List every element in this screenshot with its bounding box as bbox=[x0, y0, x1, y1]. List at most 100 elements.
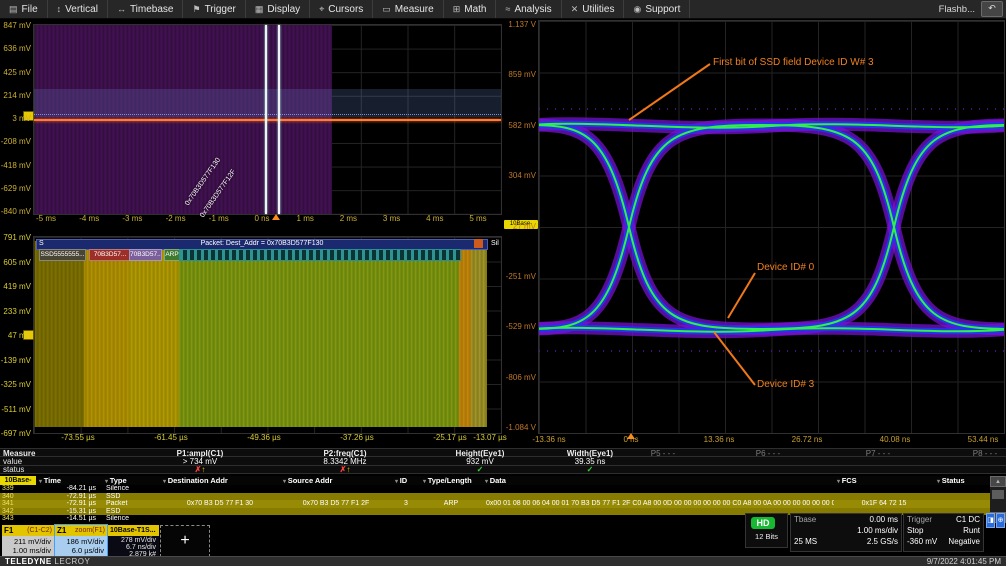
row-type-length bbox=[420, 485, 482, 493]
row-dest-addr bbox=[160, 508, 280, 516]
decode-field-chip[interactable]: 70B3D57... bbox=[89, 249, 131, 261]
row-id bbox=[392, 485, 420, 493]
f1-x-label: 1 ms bbox=[283, 214, 327, 223]
decode-column-header[interactable]: ▾ ID bbox=[392, 476, 420, 485]
eye-y-label: 1.137 V bbox=[503, 20, 536, 29]
status-bar: TELEDYNE LECROY 9/7/2022 4:01:45 PM bbox=[0, 556, 1006, 566]
trigger-icon: ⚑ bbox=[192, 4, 200, 15]
menu-item-label: Analysis bbox=[514, 4, 551, 15]
trigger-source: C1 DC bbox=[956, 515, 980, 524]
undo-button[interactable]: ↶ bbox=[981, 1, 1003, 17]
menu-item-timebase[interactable]: ↔Timebase bbox=[108, 0, 184, 18]
row-time: -14.51 µs bbox=[36, 515, 102, 523]
cursors-icon: ⌖ bbox=[319, 4, 324, 15]
decode-column-header[interactable]: ▾ Status bbox=[934, 476, 990, 485]
row-id: 3 bbox=[392, 500, 420, 508]
f1-x-label: 5 ms bbox=[456, 214, 500, 223]
row-source-addr: 0x70 B3 D5 77 F1 2F bbox=[280, 500, 392, 508]
descriptor-scale: 278 mV/div bbox=[108, 537, 156, 544]
menu-item-math[interactable]: ⊞Math bbox=[444, 0, 497, 18]
menu-item-cursors[interactable]: ⌖Cursors bbox=[310, 0, 373, 18]
menu-item-display[interactable]: ▦Display bbox=[246, 0, 310, 18]
decode-cursor-1[interactable] bbox=[265, 25, 267, 214]
row-source-addr bbox=[280, 515, 392, 523]
trace-descriptor-z1[interactable]: Z1zoom(F1) 186 mV/div6.0 µs/div bbox=[55, 525, 107, 557]
eye-x-label: 26.72 ns bbox=[785, 435, 829, 444]
decode-esd-chip bbox=[474, 239, 483, 248]
trace-descriptor-f1[interactable]: F1(C1-C2) 211 mV/div1.00 ms/div bbox=[2, 525, 54, 557]
scrollbar-thumb[interactable] bbox=[992, 490, 1004, 499]
eye-diagram-plot[interactable] bbox=[538, 20, 1005, 434]
measure-icon: ▭ bbox=[382, 4, 391, 15]
eye-y-label: -1.084 V bbox=[503, 423, 536, 432]
analysis-icon: ≈ bbox=[505, 4, 510, 14]
decode-table-row[interactable]: 340-72.91 µsSSD bbox=[0, 493, 990, 501]
row-index: 340 bbox=[0, 493, 36, 501]
decode-column-header[interactable]: ▾ Source Addr bbox=[280, 476, 392, 485]
row-time: -15.31 µs bbox=[36, 508, 102, 516]
vertical-icon: ↕ bbox=[57, 4, 62, 14]
eye-y-label: 859 mV bbox=[503, 70, 536, 79]
decode-cursor-2[interactable] bbox=[278, 25, 280, 214]
decode-table-row[interactable]: 341-72.91 µsPacket0x70 B3 D5 77 F1 300x7… bbox=[0, 500, 990, 508]
corner-button-2[interactable]: ⊕ bbox=[996, 513, 1005, 528]
menu-item-utilities[interactable]: ✕Utilities bbox=[562, 0, 625, 18]
eye-y-label: -529 mV bbox=[503, 322, 536, 331]
decode-column-header[interactable]: ▾ FCS bbox=[834, 476, 934, 485]
trigger-summary-tile[interactable]: TriggerC1 DC StopRunt -360 mVNegative bbox=[903, 513, 984, 552]
timebase-scale: 1.00 ms/div bbox=[857, 526, 898, 535]
flashback-label[interactable]: Flashb... bbox=[939, 4, 975, 15]
descriptor-source: zoom(F1) bbox=[75, 525, 105, 536]
timebase-icon: ↔ bbox=[117, 4, 126, 14]
decode-table-row[interactable]: 339-84.21 µsSilence bbox=[0, 485, 990, 493]
add-trace-button[interactable]: + bbox=[160, 525, 210, 557]
decode-packet-title: Packet: Dest_Addr = 0x70B3D577F130 bbox=[201, 240, 324, 247]
menu-item-file[interactable]: ▤File bbox=[0, 0, 48, 18]
corner-button-1[interactable]: ◨ bbox=[986, 513, 995, 528]
z1-y-label: -139 mV bbox=[0, 356, 31, 365]
row-data bbox=[482, 485, 834, 493]
annotation-device-id-3: Device ID# 3 bbox=[757, 379, 814, 390]
column-header-label: Status bbox=[942, 476, 965, 485]
row-type: Packet bbox=[102, 500, 160, 508]
menu-item-support[interactable]: ◉Support bbox=[624, 0, 690, 18]
row-status bbox=[934, 500, 990, 508]
menu-item-trigger[interactable]: ⚑Trigger bbox=[183, 0, 245, 18]
menu-item-analysis[interactable]: ≈ Analysis bbox=[496, 0, 561, 18]
hd-bits-label: 12 Bits bbox=[746, 532, 787, 541]
row-dest-addr bbox=[160, 515, 280, 523]
decode-data-segment bbox=[179, 249, 461, 261]
decode-column-header[interactable]: ▾ Type/Length bbox=[420, 476, 482, 485]
decode-column-header[interactable]: ▾ Time bbox=[36, 476, 102, 485]
z1-zoom-plot[interactable]: S Packet: Dest_Addr = 0x70B3D577F130 Sil… bbox=[33, 236, 502, 434]
decode-column-header[interactable]: ▾ Destination Addr bbox=[160, 476, 280, 485]
trigger-level: -360 mV bbox=[907, 537, 937, 546]
scroll-up-button[interactable]: ▲ bbox=[990, 476, 1006, 487]
decode-field-chip[interactable]: 70B3D57... bbox=[129, 249, 162, 261]
timebase-summary-tile[interactable]: Tbase0.00 ms 1.00 ms/div 25 MS2.5 GS/s bbox=[790, 513, 902, 552]
f1-baseline-trace bbox=[34, 119, 501, 121]
f1-x-label: -3 ms bbox=[110, 214, 154, 223]
teledyne-lecroy-logo: TELEDYNE LECROY bbox=[5, 557, 90, 566]
decode-seg-end: Sil bbox=[491, 240, 499, 247]
trace-descriptor-10base-t1s[interactable]: 10Base-T1S... 278 mV/div6.7 ns/div2.879 … bbox=[108, 525, 159, 557]
column-header-label: Data bbox=[490, 476, 506, 485]
decode-protocol-tag[interactable]: 10Base-T1S bbox=[0, 476, 36, 485]
z1-y-label: -325 mV bbox=[0, 380, 31, 389]
measure-param-name[interactable]: P8 - - - bbox=[915, 449, 1006, 458]
menu-item-measure[interactable]: ▭Measure bbox=[373, 0, 443, 18]
column-header-label: Time bbox=[44, 476, 61, 485]
hd-badge: HD bbox=[751, 517, 775, 529]
z1-x-label: -73.55 µs bbox=[56, 433, 100, 442]
decode-field-chip[interactable]: SSD5555555... bbox=[39, 249, 86, 261]
menu-item-vertical[interactable]: ↕Vertical bbox=[48, 0, 108, 18]
decode-column-header[interactable]: ▾ Data bbox=[482, 476, 834, 485]
annotation-arrow-1 bbox=[629, 64, 710, 120]
decode-field-chip[interactable]: ARP bbox=[164, 249, 180, 261]
eye-x-label: 40.08 ns bbox=[873, 435, 917, 444]
decode-column-header[interactable]: ▾ Type bbox=[102, 476, 160, 485]
math-icon: ⊞ bbox=[453, 4, 461, 15]
f1-waveform-plot[interactable]: 0x70B3D577F130 0x70B3D577F12F bbox=[33, 24, 502, 215]
f1-y-label: 425 mV bbox=[0, 68, 31, 77]
hd-mode-tile[interactable]: HD 12 Bits bbox=[745, 513, 788, 548]
